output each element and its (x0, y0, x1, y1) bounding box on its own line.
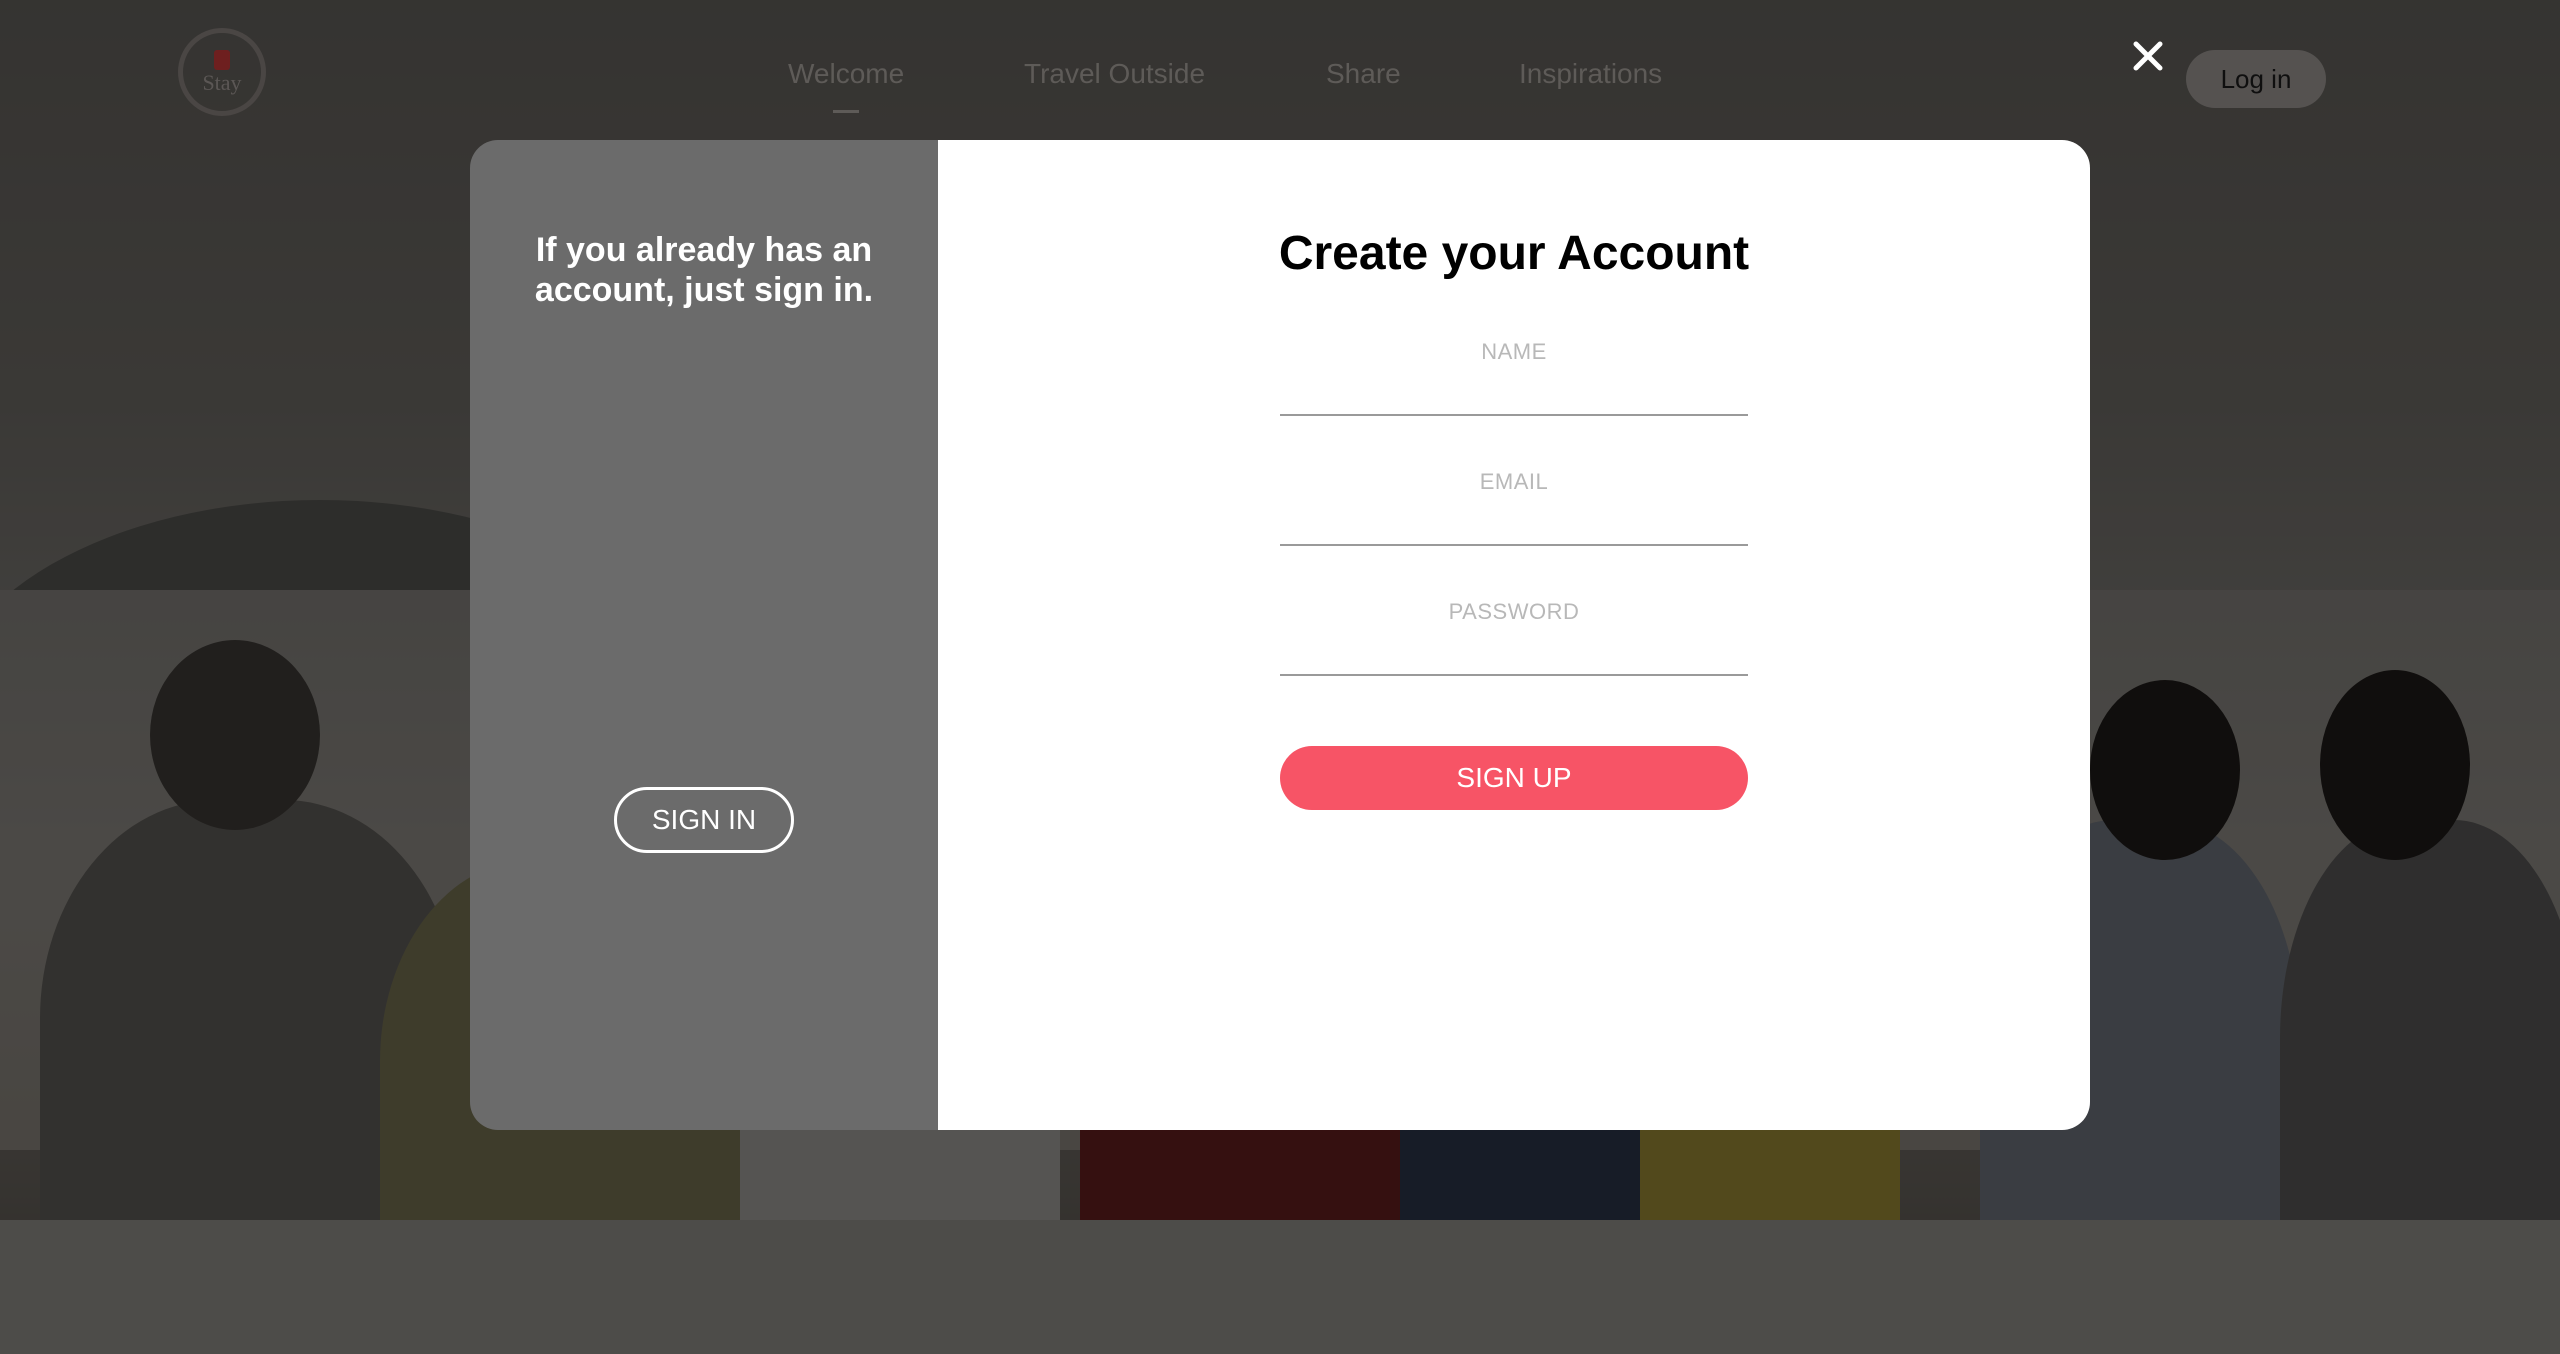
sign-up-button[interactable]: SIGN UP (1280, 746, 1748, 810)
close-icon[interactable] (2128, 36, 2168, 76)
main-nav: Welcome Travel Outside Share Inspiration… (0, 58, 2560, 98)
name-field (1280, 336, 1748, 416)
email-field (1280, 466, 1748, 546)
signup-modal: If you already has an account, just sign… (470, 140, 2090, 1130)
form-title: Create your Account (1278, 227, 1750, 280)
nav-item-share[interactable]: Share (1326, 58, 1401, 90)
page: Stay Welcome Travel Outside Share Inspir… (0, 0, 2560, 1354)
password-field (1280, 596, 1748, 676)
sign-in-button[interactable]: SIGN IN (614, 787, 794, 853)
signin-prompt: If you already has an account, just sign… (534, 231, 874, 309)
password-input[interactable] (1280, 596, 1748, 628)
signup-panel: Create your Account SIGN UP (938, 140, 2090, 1130)
signin-panel: If you already has an account, just sign… (470, 140, 938, 1130)
login-button[interactable]: Log in (2186, 50, 2326, 108)
nav-item-travel-outside[interactable]: Travel Outside (1024, 58, 1205, 90)
email-input[interactable] (1280, 466, 1748, 498)
name-input[interactable] (1280, 336, 1748, 368)
nav-item-welcome[interactable]: Welcome (788, 58, 904, 90)
nav-item-inspirations[interactable]: Inspirations (1519, 58, 1662, 90)
